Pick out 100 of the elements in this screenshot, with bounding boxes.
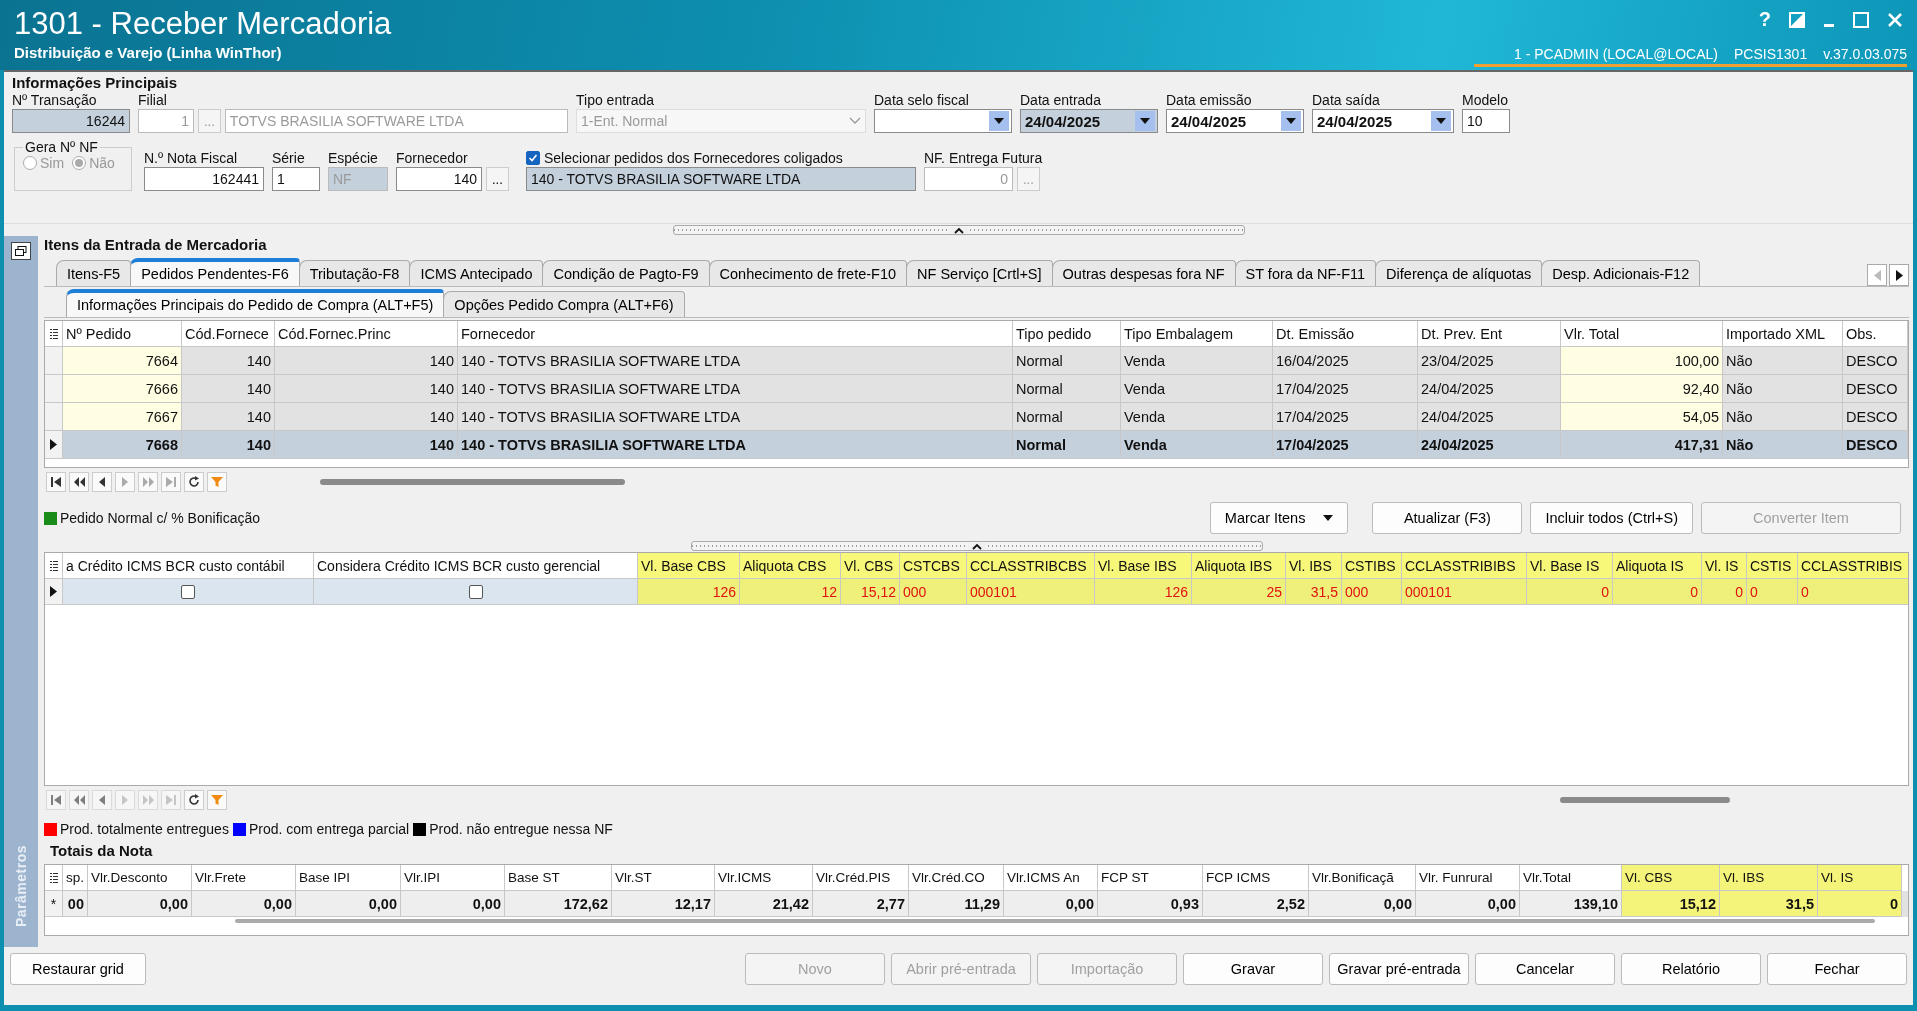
field-label: Fornecedor [396,149,469,167]
table-cell: 000101 [1402,579,1527,605]
maximize-icon[interactable] [1853,11,1869,28]
column-header[interactable]: Aliquota IBS [1192,553,1286,579]
table-cell: 000 [900,579,967,605]
tab[interactable]: Diferença de alíquotas [1375,260,1543,286]
tab[interactable]: Outras despesas fora NF [1051,260,1236,286]
refresh-icon[interactable] [184,790,204,810]
column-header[interactable]: CSTIS [1747,553,1798,579]
tab[interactable]: ICMS Antecipado [409,260,544,286]
table-cell: 7664 [63,347,182,375]
splitter-handle[interactable] [690,541,1263,551]
scrollbar-thumb[interactable] [320,479,625,485]
tab[interactable]: NF Serviço [Crtl+S] [906,260,1053,286]
tab[interactable]: Condição de Pagto-F9 [542,260,710,286]
column-header[interactable]: CSTIBS [1342,553,1402,579]
checkbox[interactable] [468,584,483,599]
next-page-icon[interactable] [138,472,158,492]
input-field[interactable]: 10 [1462,109,1510,133]
column-header[interactable]: Vl. CBS [841,553,900,579]
tab[interactable]: Opções Pedido Compra (ALT+F6) [443,291,685,317]
checkbox[interactable] [526,151,540,165]
splitter-handle[interactable] [672,225,1245,235]
previous-icon[interactable] [92,472,112,492]
column-header[interactable]: Vl. IBS [1720,865,1818,891]
input-field[interactable]: 162441 [144,167,264,191]
column-header[interactable]: Aliquota CBS [740,553,841,579]
restore-grid-button[interactable]: Restaurar grid [10,953,146,985]
dropdown-button[interactable] [1281,111,1301,131]
column-header[interactable]: CCLASSTRIBIS [1798,553,1908,579]
tab[interactable]: Informações Principais do Pedido de Compra (ALT+F5) [66,289,445,317]
column-header[interactable]: Vl. IS [1818,865,1902,891]
first-icon[interactable] [46,472,66,492]
column-header[interactable]: Vl. IBS [1286,553,1342,579]
dropdown-button[interactable] [1431,111,1451,131]
version-label: v.37.0.03.075 [1823,46,1907,62]
scroll-right-icon[interactable] [1889,264,1909,286]
close-icon[interactable] [1887,11,1903,28]
footer-button[interactable]: Fechar [1767,953,1907,985]
table-cell: 12 [740,579,841,605]
footer-button[interactable]: Gravar pré-entrada [1329,953,1469,985]
tab[interactable]: Desp. Adicionais-F12 [1541,260,1701,286]
tab[interactable]: Conhecimento de frete-F10 [708,260,908,286]
date-field[interactable]: 24/04/2025 [1312,109,1454,133]
column-chooser-icon[interactable] [49,871,58,884]
table-cell: 140 [182,431,275,459]
column-header[interactable]: Vl. CBS [1622,865,1720,891]
table-cell: DESCO [1843,431,1908,459]
column-header[interactable]: Vl. Base IBS [1095,553,1192,579]
action-button[interactable]: Atualizar (F3) [1372,502,1523,534]
input-field[interactable]: 16244 [12,109,130,133]
table-row[interactable]: 7664 140 140 140 - TOTVS BRASILIA SOFTWARE LTDA Normal Venda 16/04/2025 23/04/2025 100,00 Não DESCO [45,347,1908,375]
date-field[interactable]: 24/04/2025 [1166,109,1304,133]
column-header[interactable]: CCLASSTRIBIBS [1402,553,1527,579]
column-header[interactable]: Vl. Base IS [1527,553,1613,579]
column-header[interactable]: Vl. Base CBS [638,553,740,579]
dropdown-button[interactable] [989,111,1009,131]
tab[interactable]: Pedidos Pendentes-F6 [130,258,300,286]
row-header[interactable] [45,579,63,605]
column-chooser-icon[interactable] [49,327,58,340]
table-cell: 21,42 [715,891,813,917]
table-row[interactable]: 7668 140 140 140 - TOTVS BRASILIA SOFTWARE LTDA Normal Venda 17/04/2025 24/04/2025 417,31 Não DESCO [45,431,1908,459]
field-label: Modelo [1462,91,1509,109]
column-header[interactable]: CSTCBS [900,553,967,579]
scrollbar-thumb[interactable] [1560,797,1730,803]
date-field[interactable] [874,109,1012,133]
table-cell: 0,00 [401,891,505,917]
dropdown-button[interactable]: Marcar Itens [1209,502,1349,534]
column-header[interactable]: Aliquota IS [1613,553,1702,579]
checkbox[interactable] [181,584,195,599]
scrollbar-thumb[interactable] [235,919,1875,923]
table-row[interactable]: 7667 140 140 140 - TOTVS BRASILIA SOFTWARE LTDA Normal Venda 17/04/2025 24/04/2025 54,05 Não DESCO [45,403,1908,431]
input-field[interactable]: 1 [272,167,320,191]
action-button[interactable]: Incluir todos (Ctrl+S) [1530,502,1693,534]
table-cell: Não [1723,431,1843,459]
tab[interactable]: Tributação-F8 [298,260,411,286]
table-cell: 140 [275,431,458,459]
footer-button[interactable]: Relatório [1621,953,1761,985]
input-field[interactable]: 140 [396,167,482,191]
column-chooser-icon[interactable] [49,559,58,572]
previous-page-icon[interactable] [69,472,89,492]
lookup-button[interactable]: ... [486,167,509,191]
date-field[interactable]: 24/04/2025 [1020,109,1158,133]
row-header[interactable] [45,431,63,459]
column-header[interactable]: Vl. IS [1702,553,1747,579]
table-cell: 25 [1192,579,1286,605]
footer-button[interactable]: Gravar [1183,953,1323,985]
restore-icon[interactable] [11,242,31,260]
tab[interactable]: Itens-F5 [56,260,132,286]
field-label: Espécie [328,149,379,167]
table-row[interactable]: 126 12 15,12 000 000101 126 25 31,5 000 000101 0 0 0 0 0 [45,579,1908,605]
table-row[interactable]: 7666 140 140 140 - TOTVS BRASILIA SOFTWARE LTDA Normal Venda 17/04/2025 24/04/2025 92,40 Não DESCO [45,375,1908,403]
table-cell: 126 [1095,579,1192,605]
tab[interactable]: ST fora da NF-F11 [1234,260,1377,286]
table-cell: 000101 [967,579,1095,605]
dropdown-button[interactable] [1135,111,1155,131]
refresh-icon[interactable] [184,472,204,492]
layout-icon[interactable] [1789,11,1805,28]
footer-button[interactable]: Cancelar [1475,953,1615,985]
column-header[interactable]: CCLASSTRIBCBS [967,553,1095,579]
